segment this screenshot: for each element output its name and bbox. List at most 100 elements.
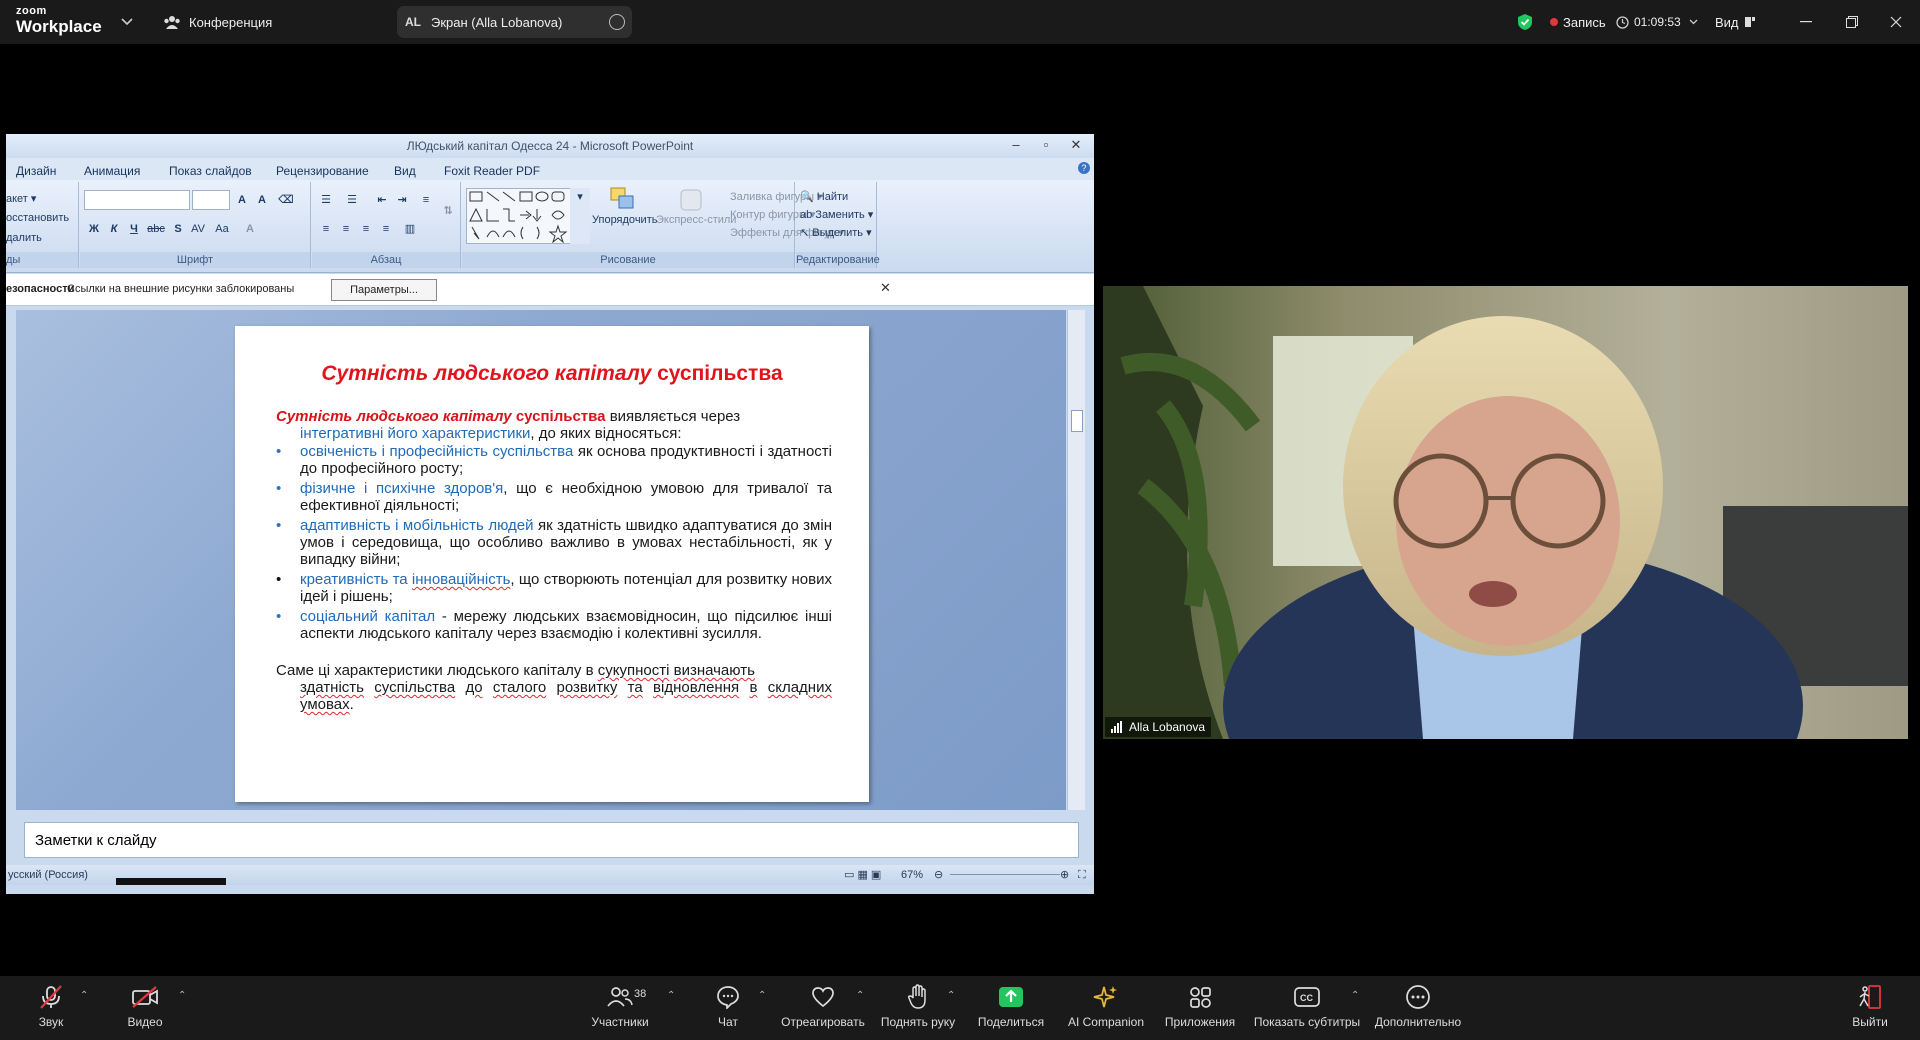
italic-icon[interactable]: К (104, 220, 124, 239)
change-case-icon[interactable]: Aa (212, 220, 232, 239)
layout-button[interactable]: акет ▾ (6, 192, 36, 205)
intro-blue: інтегративні його характеристики (300, 425, 531, 442)
font-size-field[interactable] (192, 190, 230, 210)
conclusion-word: до (465, 679, 483, 696)
view-button[interactable]: Вид (1715, 0, 1755, 44)
ppt-minimize-icon[interactable]: – (1000, 134, 1032, 158)
share-button[interactable]: Поделиться (976, 976, 1046, 1040)
participants-button[interactable]: Участники (585, 976, 655, 1040)
shrink-font-icon[interactable]: A (252, 191, 272, 210)
conclusion-word: розвитку (556, 679, 618, 696)
text-direction-icon[interactable]: ⇅ (438, 202, 458, 221)
app-menu-chevron-icon[interactable] (121, 0, 133, 44)
video-button[interactable]: Видео (123, 976, 167, 1040)
view-buttons[interactable]: ▭ ▦ ▣ (844, 865, 881, 885)
screen-share-indicator[interactable]: AL Экран (Alla Lobanova) (397, 6, 632, 38)
columns-icon[interactable]: ▥ (400, 220, 420, 239)
underline-icon[interactable]: Ч (124, 220, 144, 239)
audio-options-caret[interactable]: ⌃ (80, 990, 88, 1001)
fit-slide-icon[interactable]: ⛶ (1078, 865, 1086, 885)
align-right-icon[interactable]: ≡ (356, 220, 376, 239)
shadow-icon[interactable]: S (168, 220, 188, 239)
tab-review[interactable]: Рецензирование (276, 158, 369, 180)
zoom-in-icon[interactable]: ⊕ (1060, 865, 1069, 885)
slide-notes-field[interactable]: Заметки к слайду (24, 822, 1079, 858)
conclusion-space (643, 679, 653, 696)
bullet-item: соціальний капітал - мережу людських вза… (276, 608, 832, 642)
raise-hand-options-caret[interactable]: ⌃ (947, 990, 955, 1001)
help-icon[interactable]: ? (1078, 162, 1090, 174)
zoom-out-icon[interactable]: ⊖ (934, 865, 943, 885)
minimize-icon[interactable] (1783, 0, 1829, 44)
react-button[interactable]: Отреагировать (780, 976, 866, 1040)
grow-font-icon[interactable]: A (232, 191, 252, 210)
bold-icon[interactable]: Ж (84, 220, 104, 239)
recording-dot-icon (1550, 18, 1558, 26)
strikethrough-icon[interactable]: abc (146, 220, 166, 239)
scroll-thumb[interactable] (1071, 410, 1083, 432)
captions-icon: CC (1294, 987, 1320, 1007)
restore-icon[interactable] (1829, 0, 1875, 44)
chat-options-caret[interactable]: ⌃ (758, 990, 766, 1001)
replace-button[interactable]: ab Заменить ▾ (800, 208, 873, 221)
close-icon[interactable] (1873, 0, 1919, 44)
select-button[interactable]: ↖ Выделить ▾ (800, 226, 872, 239)
audio-button[interactable]: Звук (33, 976, 69, 1040)
microphone-muted-icon (40, 985, 62, 1009)
align-center-icon[interactable]: ≡ (336, 220, 356, 239)
slide-title-normal: суспільства (657, 362, 783, 385)
tab-animation[interactable]: Анимация (84, 158, 140, 180)
raise-hand-button[interactable]: Поднять руку (880, 976, 956, 1040)
shapes-gallery[interactable] (466, 188, 572, 244)
slide-canvas[interactable]: Сутність людського капіталу суспільства … (235, 326, 869, 802)
tab-design[interactable]: Дизайн (16, 158, 56, 180)
encryption-shield-icon[interactable] (1517, 0, 1533, 44)
hand-icon (907, 984, 926, 1009)
meeting-timer[interactable]: 01:09:53 (1616, 0, 1698, 44)
align-left-icon[interactable]: ≡ (316, 220, 336, 239)
tab-view[interactable]: Вид (394, 158, 416, 180)
react-options-caret[interactable]: ⌃ (856, 990, 864, 1001)
font-color-icon[interactable]: A (240, 220, 260, 239)
security-close-icon[interactable]: ✕ (880, 280, 891, 296)
ppt-restore-icon[interactable]: ▫ (1030, 134, 1062, 158)
reset-button[interactable]: осстановить (6, 212, 69, 224)
decrease-indent-icon[interactable]: ⇤ (372, 191, 392, 210)
share-options-icon[interactable] (609, 14, 625, 30)
recording-label: Запись (1563, 14, 1606, 30)
clear-format-icon[interactable]: ⌫ (276, 191, 296, 210)
zoom-slider[interactable] (950, 874, 1060, 875)
video-options-caret[interactable]: ⌃ (178, 990, 186, 1001)
participant-video-tile[interactable]: Alla Lobanova (1103, 286, 1908, 739)
apps-button[interactable]: Приложения (1162, 976, 1238, 1040)
recording-indicator[interactable]: Запись (1550, 0, 1606, 44)
tab-foxit[interactable]: Foxit Reader PDF (444, 158, 540, 180)
zoom-level[interactable]: 67% (901, 865, 923, 885)
arrange-button[interactable]: Упорядочить (592, 186, 657, 226)
meeting-info-button[interactable]: Конференция (163, 0, 272, 44)
captions-button[interactable]: CC Показать субтитры (1252, 976, 1362, 1040)
bullet-item: освіченість і професійність суспільства … (276, 443, 832, 477)
participants-options-caret[interactable]: ⌃ (667, 990, 675, 1001)
captions-options-caret[interactable]: ⌃ (1351, 990, 1359, 1001)
delete-button[interactable]: далить (6, 232, 42, 244)
more-button[interactable]: Дополнительно (1372, 976, 1464, 1040)
quick-styles-button[interactable]: Экспресс-стили (656, 186, 736, 226)
line-spacing-icon[interactable]: ≡ (416, 191, 436, 210)
font-name-field[interactable] (84, 190, 190, 210)
ai-companion-button[interactable]: AI Companion (1066, 976, 1146, 1040)
leave-button[interactable]: Выйти (1850, 976, 1890, 1040)
options-button[interactable]: Параметры... (331, 279, 437, 301)
ppt-close-icon[interactable]: ✕ (1060, 134, 1092, 158)
tab-slideshow[interactable]: Показ слайдов (169, 158, 252, 180)
justify-icon[interactable]: ≡ (376, 220, 396, 239)
increase-indent-icon[interactable]: ⇥ (392, 191, 412, 210)
shapes-more-icon[interactable]: ▾ (570, 188, 590, 244)
bullets-icon[interactable]: ☰ (316, 191, 336, 210)
slide-vertical-scrollbar[interactable] (1067, 310, 1085, 810)
find-button[interactable]: 🔍 Найти (800, 190, 848, 203)
chat-button[interactable]: Чат (710, 976, 746, 1040)
spacing-icon[interactable]: AV (188, 220, 208, 239)
numbering-icon[interactable]: ☰ (342, 191, 362, 210)
security-message: Ссылки на внешние рисунки заблокированы (67, 283, 295, 295)
